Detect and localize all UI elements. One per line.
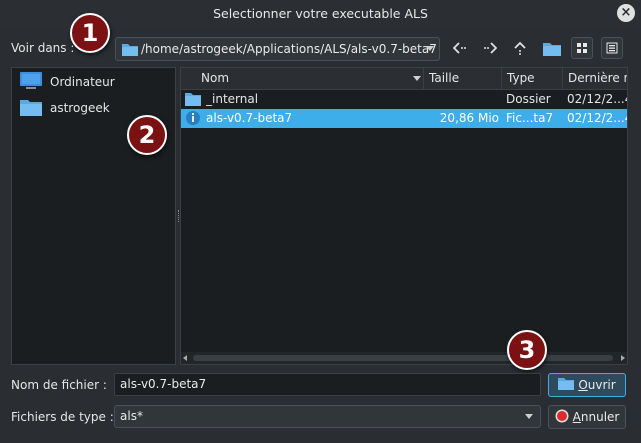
cancel-label-rest: nnuler [580,410,620,424]
file-name: als-v0.7-beta7 [206,111,293,125]
folder-icon [20,98,42,119]
table-row[interactable]: als-v0.7-beta7 20,86 Mio Fic...ta7 02/12… [181,109,627,128]
sidebar-item-label: Ordinateur [50,75,115,89]
column-size[interactable]: Taille [424,68,502,90]
look-in-label: Voir dans : [11,41,75,55]
back-icon[interactable] [447,36,473,60]
places-sidebar: Ordinateur astrogeek [11,67,176,365]
file-date: 02/12/2...4 [567,111,628,125]
scrollbar-thumb[interactable] [193,355,613,361]
filename-input[interactable]: als-v0.7-beta7 [114,373,541,396]
sidebar-item-astrogeek[interactable]: astrogeek [20,97,110,119]
sort-descending-icon [413,76,421,81]
scroll-right-icon[interactable] [621,355,625,361]
file-type: Fic...ta7 [506,111,554,125]
chevron-down-icon [426,46,434,51]
file-size [427,90,499,109]
folder-open-icon [558,377,575,393]
folder-icon [122,42,138,59]
file-size: 20,86 Mio [439,111,499,125]
annotation-badge-2: 2 [127,115,167,155]
column-header: Nom Taille Type Dernière m [181,68,627,90]
open-mnemonic: O [578,378,588,392]
icon-view-icon[interactable] [571,37,593,59]
filetype-combobox[interactable]: als* [114,405,541,428]
detail-view-icon[interactable] [601,37,623,59]
parent-directory-icon[interactable] [507,36,533,60]
sidebar-item-computer[interactable]: Ordinateur [20,71,115,93]
open-label-rest: uvrir [587,378,616,392]
cancel-mnemonic: A [572,410,581,424]
folder-icon [185,91,201,110]
close-icon[interactable]: × [617,4,635,22]
annotation-badge-3: 3 [507,330,547,370]
file-list: Nom Taille Type Dernière m _internal Dos… [180,67,628,365]
annotation-badge-1: 1 [70,13,110,53]
column-type[interactable]: Type [502,68,563,90]
new-folder-icon[interactable] [539,36,565,60]
table-row[interactable]: _internal Dossier 02/12/2...4 [181,90,627,109]
file-date: 02/12/2...4 [567,92,628,106]
computer-icon [20,71,42,93]
cancel-icon [555,409,569,426]
executable-file-icon [185,110,201,129]
path-combobox[interactable]: /home/astrogeek/Applications/ALS/als-v0.… [115,37,440,61]
horizontal-scrollbar[interactable] [181,352,627,364]
scroll-left-icon[interactable] [183,355,187,361]
filename-label: Nom de fichier : [11,378,107,392]
open-button[interactable]: O uvrir [548,373,626,397]
chevron-down-icon [525,414,533,419]
cancel-button[interactable]: A nnuler [548,405,626,429]
filetype-value: als* [120,409,143,423]
filetype-label: Fichiers de type : [11,410,114,424]
column-name[interactable]: Nom [181,68,424,90]
file-type: Dossier [506,92,551,106]
forward-icon[interactable] [477,36,503,60]
column-modified[interactable]: Dernière m [563,68,627,90]
sidebar-item-label: astrogeek [50,101,110,115]
file-name: _internal [206,92,259,106]
path-text: /home/astrogeek/Applications/ALS/als-v0.… [141,42,437,56]
